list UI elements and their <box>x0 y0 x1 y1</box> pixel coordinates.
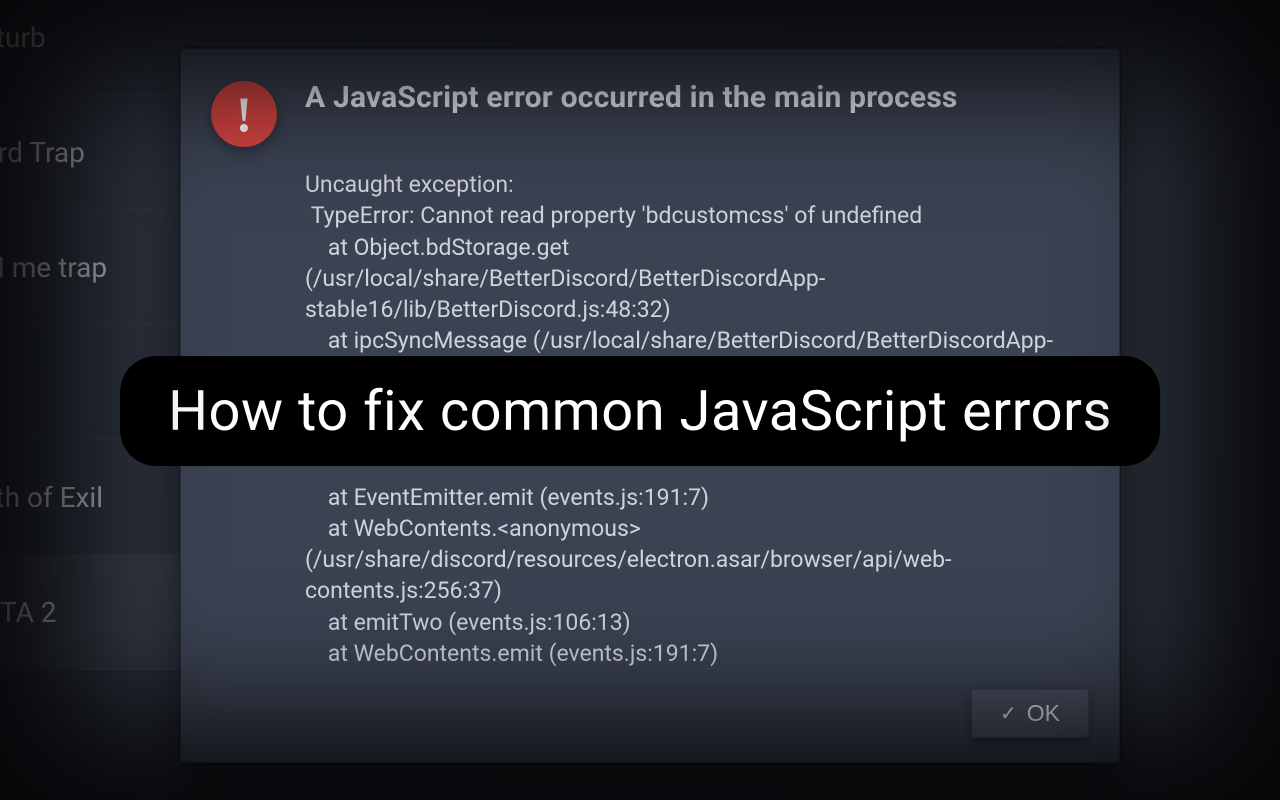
dialog-title: A JavaScript error occurred in the main … <box>305 79 958 147</box>
list-item-label: g Hard Trap <box>0 136 85 169</box>
dialog-footer: ✓ OK <box>211 689 1089 738</box>
overlay-banner: How to fix common JavaScript errors <box>120 356 1160 466</box>
list-item-label: g Path of Exil <box>0 481 103 514</box>
list-item[interactable]: g DOTA 2 <box>0 555 200 670</box>
list-item[interactable]: g PM me trap <box>0 210 200 325</box>
error-icon-glyph: ! <box>236 89 253 139</box>
list-item-label: g PM me trap <box>0 251 107 284</box>
background-list: t Disturb g Hard Trap g PM me trap g wit… <box>0 0 200 670</box>
list-item[interactable]: t Disturb <box>0 0 200 95</box>
error-icon: ! <box>211 81 277 147</box>
check-icon: ✓ <box>1000 701 1017 726</box>
list-item-label: t Disturb <box>0 21 46 54</box>
ok-button[interactable]: ✓ OK <box>971 689 1089 738</box>
list-item-label: g DOTA 2 <box>0 596 57 629</box>
dialog-header: ! A JavaScript error occurred in the mai… <box>211 79 1089 147</box>
list-item[interactable]: g Hard Trap <box>0 95 200 210</box>
banner-text: How to fix common JavaScript errors <box>168 378 1112 444</box>
ok-button-label: OK <box>1027 700 1060 727</box>
